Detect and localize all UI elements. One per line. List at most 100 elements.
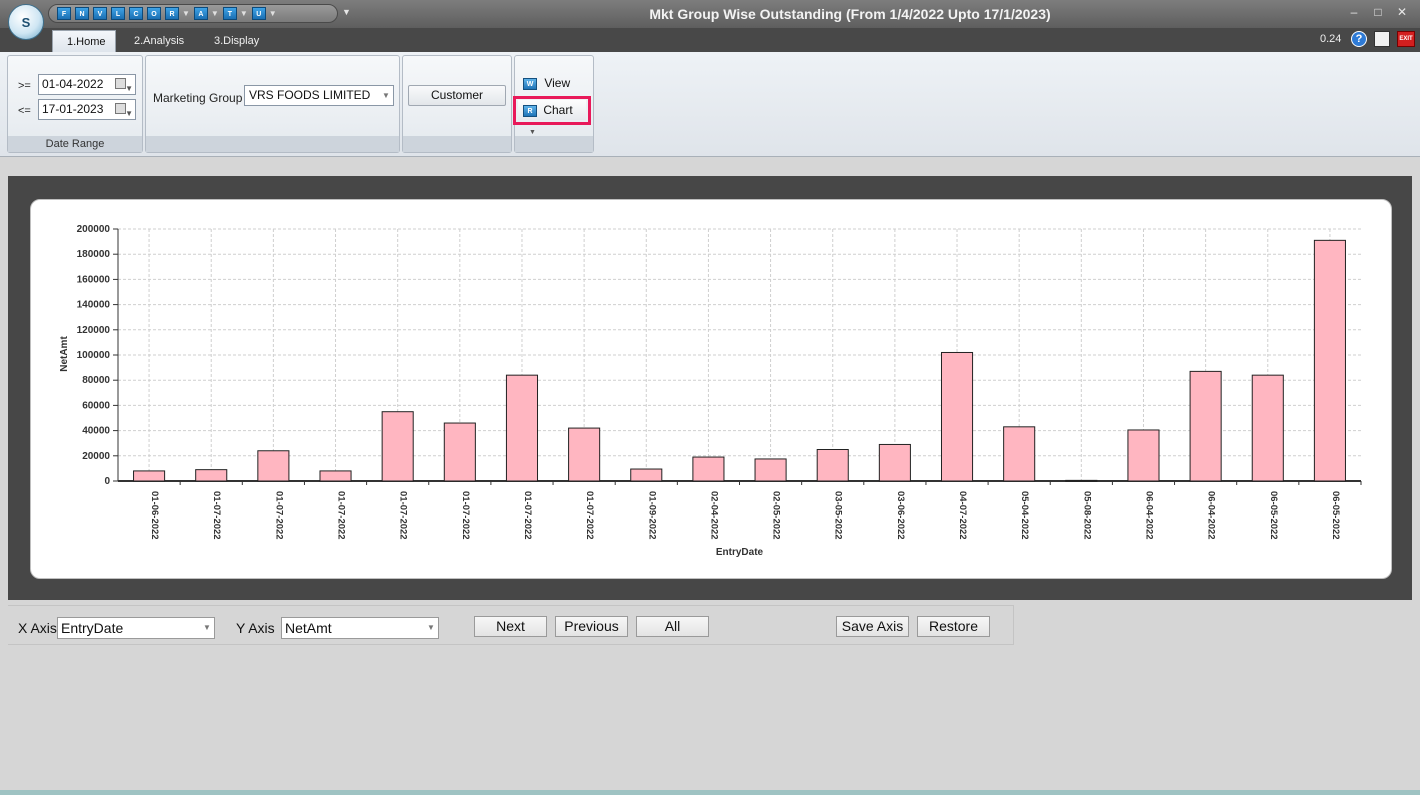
qat-button[interactable]: N (75, 7, 89, 20)
tab-analysis[interactable]: 2.Analysis (120, 30, 198, 52)
qat-button[interactable]: O (147, 7, 161, 20)
y-tick-label: 60000 (82, 400, 110, 411)
x-tick-label: 06-05-2022 (1268, 491, 1279, 540)
marketing-group-panel: Marketing Group VRS FOODS LIMITED ▼ (145, 55, 400, 153)
view-label: View (544, 76, 571, 90)
x-axis-title: EntryDate (716, 547, 764, 558)
view-chart-footer (515, 136, 593, 152)
view-chart-group: W View R Chart ▼ (513, 55, 594, 153)
x-tick-label: 01-07-2022 (398, 491, 409, 540)
previous-button[interactable]: Previous (555, 616, 628, 637)
chart-bar (1313, 239, 1346, 482)
y-tick-label: 20000 (82, 451, 110, 462)
chart-bar (257, 450, 290, 482)
y-tick-label: 160000 (77, 274, 111, 285)
qat-button[interactable]: R ▼ (165, 7, 190, 20)
chevron-down-icon[interactable]: ▼ (200, 618, 214, 638)
qat-icon: O (147, 7, 161, 20)
chevron-down-icon[interactable]: ▼ (424, 618, 438, 638)
qat-customize-icon[interactable]: ▼ (342, 7, 351, 17)
qat-icon: F (57, 7, 71, 20)
chevron-down-icon[interactable]: ▼ (269, 9, 277, 18)
app-logo[interactable]: S (8, 4, 44, 40)
chart-bar (754, 458, 787, 482)
next-button[interactable]: Next (474, 616, 547, 637)
y-axis-select[interactable]: NetAmt ▼ (281, 617, 439, 639)
chart-bar (133, 470, 166, 482)
chart-bar (1189, 370, 1222, 482)
marketing-group-value: VRS FOODS LIMITED (249, 88, 371, 102)
qat-icon: T (222, 7, 237, 20)
qat-button[interactable]: L (111, 7, 125, 20)
y-tick-label: 40000 (82, 426, 110, 437)
y-axis-value: NetAmt (285, 620, 332, 636)
y-tick-label: 0 (104, 476, 110, 487)
x-tick-label: 01-09-2022 (646, 491, 657, 540)
close-icon[interactable]: ✕ (1394, 5, 1410, 19)
x-tick-label: 02-05-2022 (771, 491, 782, 540)
x-tick-label: 03-05-2022 (833, 491, 844, 540)
chart-bar (878, 443, 911, 482)
y-axis-label: Y Axis (236, 620, 275, 636)
x-tick-label: 01-07-2022 (460, 491, 471, 540)
all-button[interactable]: All (636, 616, 709, 637)
restore-button[interactable]: Restore (917, 616, 990, 637)
chart-bar (1003, 426, 1036, 482)
tab-display[interactable]: 3.Display (200, 30, 273, 52)
x-tick-label: 01-07-2022 (522, 491, 533, 540)
minimize-icon[interactable]: – (1346, 5, 1362, 19)
chart-bar (1065, 479, 1098, 482)
qat-button[interactable]: T ▼ (222, 7, 248, 20)
chart-bar (195, 469, 228, 482)
chart-panel: 0 20000 40000 60000 80000 100000 120000 140000 1… (30, 199, 1392, 579)
y-tick-label: 140000 (77, 300, 111, 311)
qat-button[interactable]: C (129, 7, 143, 20)
exit-icon[interactable]: EXIT (1397, 31, 1415, 47)
view-button[interactable]: W View (523, 76, 570, 90)
save-axis-button[interactable]: Save Axis (836, 616, 909, 637)
chevron-down-icon[interactable]: ▼ (240, 9, 248, 18)
qat-icon: U (251, 7, 266, 20)
qat-button[interactable]: A ▼ (193, 7, 219, 20)
qat-icon: R (165, 7, 179, 20)
from-date-field[interactable]: 01-04-2022 ▼ (38, 74, 136, 95)
qat-button[interactable]: U ▼ (251, 7, 277, 20)
customer-button[interactable]: Customer (408, 85, 506, 106)
chevron-down-icon[interactable]: ▼ (182, 9, 190, 18)
marketing-group-select[interactable]: VRS FOODS LIMITED ▼ (244, 85, 394, 106)
chevron-down-icon[interactable]: ▼ (529, 129, 536, 136)
maximize-icon[interactable]: □ (1370, 5, 1386, 19)
axis-controls: X Axis EntryDate ▼ Y Axis NetAmt ▼ Next … (8, 605, 1014, 645)
document-icon[interactable] (1374, 31, 1390, 47)
marketing-group-footer (146, 136, 399, 152)
chart-button[interactable]: R Chart ▼ (518, 100, 586, 136)
qat-button[interactable]: V (93, 7, 107, 20)
x-axis-label: X Axis (18, 620, 57, 636)
bottom-strip (0, 790, 1420, 795)
chevron-down-icon[interactable]: ▼ (125, 79, 133, 98)
chevron-down-icon[interactable]: ▼ (125, 104, 133, 123)
quick-access-toolbar: F N V L C O R ▼ A ▼ T ▼ U ▼ (48, 4, 338, 23)
chart-bar (319, 470, 352, 482)
to-date-field[interactable]: 17-01-2023 ▼ (38, 99, 136, 120)
chart-bar (692, 456, 725, 482)
zoom-level: 0.24 (1320, 33, 1342, 45)
y-tick-label: 80000 (82, 375, 110, 386)
help-icon[interactable]: ? (1351, 31, 1367, 47)
qat-icon: A (193, 7, 208, 20)
marketing-group-label: Marketing Group (153, 91, 243, 105)
qat-icon: L (111, 7, 125, 20)
chevron-down-icon[interactable]: ▼ (211, 9, 219, 18)
x-tick-label: 01-07-2022 (211, 491, 222, 540)
chevron-down-icon[interactable]: ▼ (379, 86, 393, 105)
y-tick-label: 180000 (77, 249, 111, 260)
ribbon-tab-bar: 1.Home 2.Analysis 3.Display (0, 28, 1420, 52)
tab-home[interactable]: 1.Home (52, 30, 116, 52)
qat-button[interactable]: F (57, 7, 71, 20)
chart-bar (630, 468, 663, 482)
x-axis-select[interactable]: EntryDate ▼ (57, 617, 215, 639)
x-axis-value: EntryDate (61, 620, 124, 636)
y-axis-title: NetAmt (59, 336, 70, 372)
x-tick-label: 01-07-2022 (336, 491, 347, 540)
chart-icon: R (523, 104, 537, 117)
